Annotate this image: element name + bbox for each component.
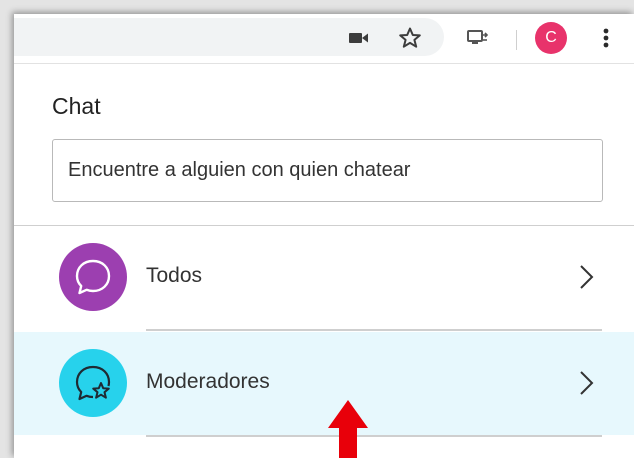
video-camera-icon[interactable] <box>345 24 373 52</box>
row-divider <box>146 329 602 331</box>
avatar-initial: C <box>545 29 557 46</box>
address-bar[interactable] <box>14 18 444 56</box>
profile-avatar[interactable]: C <box>535 22 567 54</box>
toolbar-separator <box>516 30 517 50</box>
row-divider <box>146 435 602 437</box>
list-item-label: Moderadores <box>146 370 270 393</box>
search-field[interactable] <box>52 139 603 202</box>
browser-toolbar: C <box>14 14 634 64</box>
screenshot-frame-top <box>0 0 634 14</box>
more-vert-icon[interactable] <box>592 24 620 52</box>
search-input[interactable] <box>53 140 602 201</box>
list-item-label: Todos <box>146 264 203 287</box>
chat-bubble-star-icon <box>59 349 127 417</box>
chevron-right-icon <box>580 371 594 395</box>
bookmark-star-icon[interactable] <box>396 24 424 52</box>
red-arrow-pointer-icon <box>328 400 368 458</box>
chat-bubble-icon <box>59 243 127 311</box>
chevron-right-icon <box>580 265 594 289</box>
cast-icon[interactable] <box>464 24 492 52</box>
screenshot-frame-left <box>0 0 14 458</box>
page-title: Chat <box>52 93 101 119</box>
list-item-todos[interactable]: Todos <box>14 226 634 329</box>
